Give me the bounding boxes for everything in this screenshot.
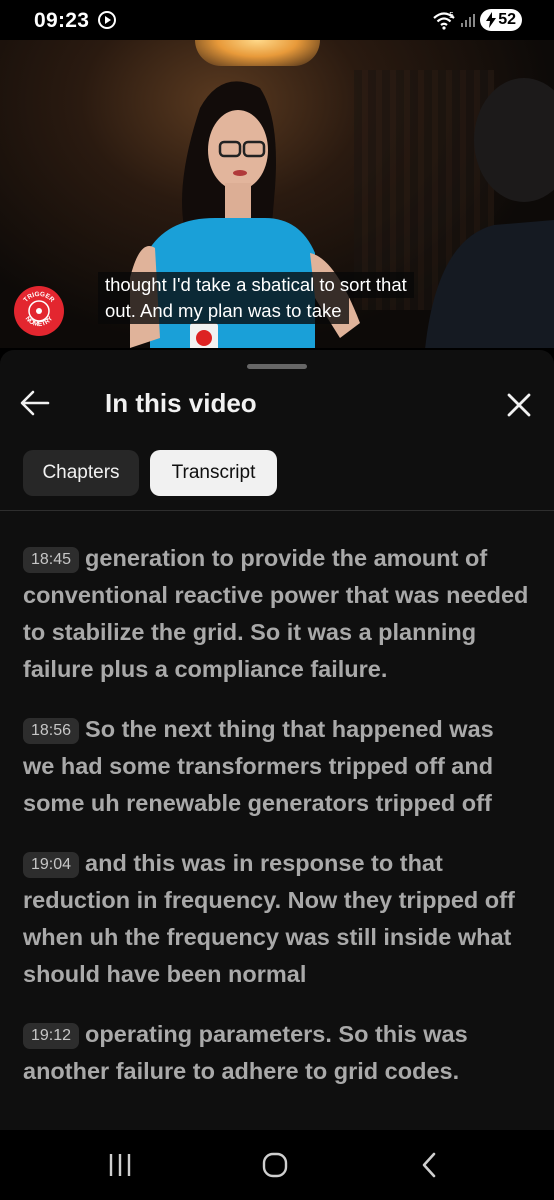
youtube-notification-icon (98, 11, 116, 29)
close-icon[interactable] (504, 390, 534, 420)
in-this-video-panel: In this video Chapters Transcript 18:45 g… (0, 350, 554, 1130)
channel-logo-text: NOMETRY (24, 315, 55, 328)
timestamp-chip[interactable]: 19:12 (23, 1023, 80, 1049)
transcript-list: 18:45 generation to provide the amount of… (0, 540, 554, 1113)
status-bar: 09:23 5 52 (0, 0, 554, 40)
status-time: 09:23 (34, 9, 90, 32)
signal-icon (461, 14, 475, 27)
wifi-icon: 5 (433, 11, 455, 30)
charging-icon (486, 12, 496, 28)
tab-chapters[interactable]: Chapters (23, 450, 139, 496)
video-subtitle: thought I'd take a sbatical to sort that… (98, 272, 438, 324)
subtitle-line-1: thought I'd take a sbatical to sort that (98, 272, 414, 298)
transcript-text: generation to provide the amount of conv… (23, 545, 529, 682)
timestamp-chip[interactable]: 19:04 (23, 852, 80, 878)
recent-apps-icon[interactable] (100, 1148, 140, 1182)
battery-indicator: 52 (480, 9, 522, 31)
subtitle-line-2: out. And my plan was to take (98, 298, 349, 324)
system-navigation-bar (0, 1130, 554, 1200)
tab-transcript[interactable]: Transcript (150, 450, 277, 496)
back-icon[interactable] (410, 1148, 450, 1182)
timestamp-chip[interactable]: 18:45 (23, 547, 80, 573)
wifi-badge: 5 (449, 11, 454, 20)
battery-level: 52 (498, 11, 516, 28)
divider (0, 510, 554, 511)
transcript-text: So the next thing that happened was we h… (23, 716, 494, 816)
timestamp-chip[interactable]: 18:56 (23, 718, 80, 744)
transcript-text: and this was in response to that reducti… (23, 850, 515, 987)
transcript-segment[interactable]: 19:04 and this was in response to that re… (23, 845, 531, 993)
transcript-text: operating parameters. So this was anothe… (23, 1021, 468, 1084)
home-icon[interactable] (255, 1148, 295, 1182)
channel-watermark-logo: TRIGGER NOMETRY (14, 286, 64, 336)
back-arrow-icon[interactable] (18, 388, 52, 418)
transcript-segment[interactable]: 18:56 So the next thing that happened was… (23, 711, 531, 822)
video-player[interactable]: thought I'd take a sbatical to sort that… (0, 40, 554, 348)
drag-handle[interactable] (247, 364, 307, 369)
transcript-segment[interactable]: 18:45 generation to provide the amount of… (23, 540, 531, 688)
channel-logo-icon: TRIGGER NOMETRY (22, 291, 55, 328)
channel-logo-text: TRIGGER (22, 291, 55, 304)
panel-title: In this video (105, 388, 257, 418)
transcript-segment[interactable]: 19:12 operating parameters. So this was a… (23, 1016, 531, 1090)
lamp-light (195, 40, 320, 66)
